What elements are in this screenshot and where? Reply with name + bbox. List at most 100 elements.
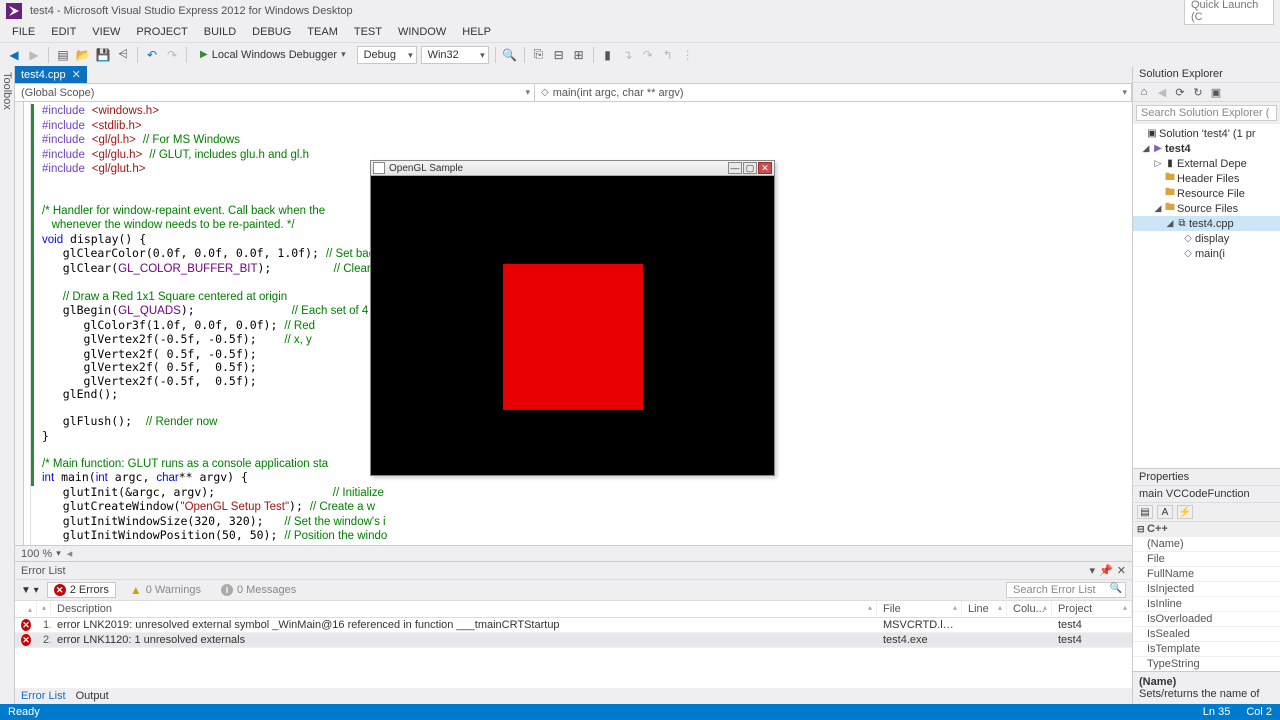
toolbar: ◀ ▶ ▤ 📂 💾 ⩤ ↶ ↷ ▶ Local Windows Debugger…	[0, 42, 1280, 66]
scope-left-combo[interactable]: (Global Scope)	[15, 84, 535, 101]
error-row[interactable]: ✕ 1 error LNK2019: unresolved external s…	[15, 618, 1132, 633]
save-icon[interactable]: 💾	[95, 47, 111, 63]
menu-view[interactable]: VIEW	[84, 24, 128, 40]
minimize-icon[interactable]: —	[728, 162, 742, 174]
tab-close-icon[interactable]: ✕	[72, 68, 81, 81]
maximize-icon[interactable]: ▢	[743, 162, 757, 174]
step-into-icon[interactable]: ↴	[620, 47, 636, 63]
close-panel-icon[interactable]: ✕	[1117, 564, 1126, 577]
folder-icon: 🖿	[1163, 200, 1177, 217]
home-icon[interactable]: ⌂	[1137, 85, 1151, 99]
zoom-bar: 100 % ▾ ◂	[15, 545, 1132, 561]
tab-output[interactable]: Output	[76, 690, 109, 702]
collapse-icon[interactable]: ▣	[1209, 85, 1223, 99]
properties-title: Properties	[1139, 471, 1189, 483]
open-icon[interactable]: 📂	[75, 47, 91, 63]
props-pages-icon[interactable]: ⚡	[1177, 505, 1193, 519]
messages-filter-button[interactable]: i 0 Messages	[215, 583, 302, 597]
menu-bar: FILE EDIT VIEW PROJECT BUILD DEBUG TEAM …	[0, 22, 1280, 42]
error-row[interactable]: ✕ 2 error LNK1120: 1 unresolved external…	[15, 633, 1132, 648]
debugger-label: Local Windows Debugger	[212, 49, 337, 61]
tab-label: test4.cpp	[21, 69, 66, 81]
step-icon[interactable]: ⎘	[531, 47, 547, 63]
save-all-icon[interactable]: ⩤	[115, 47, 131, 63]
menu-test[interactable]: TEST	[346, 24, 390, 40]
scope-right-combo[interactable]: ◇main(int argc, char ** argv)	[535, 84, 1132, 101]
function-icon: ◇	[1181, 233, 1195, 244]
filter-dropdown-icon[interactable]: ▼ ▾	[21, 585, 39, 596]
comment-icon[interactable]: ⊟	[551, 47, 567, 63]
nav-back-icon[interactable]: ◀	[6, 47, 22, 63]
project-icon: ▶	[1151, 143, 1165, 154]
solution-icon: ▣	[1145, 128, 1159, 139]
status-bar: Ready Ln 35 Col 2	[0, 704, 1280, 720]
alphabetical-icon[interactable]: A	[1157, 505, 1173, 519]
vs-logo-icon	[6, 3, 22, 19]
status-col: Col 2	[1246, 706, 1272, 718]
function-icon: ◇	[1181, 248, 1195, 259]
menu-debug[interactable]: DEBUG	[244, 24, 299, 40]
folder-icon: ▮	[1163, 158, 1177, 169]
sync-icon[interactable]: ⟳	[1173, 85, 1187, 99]
window-dropdown-icon[interactable]: ▾	[1090, 564, 1096, 577]
refresh-icon[interactable]: ↻	[1191, 85, 1205, 99]
uncomment-icon[interactable]: ⊞	[571, 47, 587, 63]
properties-subject: main VCCodeFunction	[1133, 486, 1280, 502]
menu-project[interactable]: PROJECT	[128, 24, 195, 40]
error-list-title: Error List	[21, 565, 66, 577]
warning-icon: ▲	[130, 583, 142, 597]
gl-canvas	[371, 176, 774, 475]
quick-launch-input[interactable]: Quick Launch (C	[1184, 0, 1274, 25]
solution-tree[interactable]: ▣Solution 'test4' (1 pr ◢▶test4 ▷▮Extern…	[1133, 124, 1280, 468]
breakpoint-icon[interactable]: ▮	[600, 47, 616, 63]
find-icon[interactable]: 🔍	[502, 47, 518, 63]
config-combo[interactable]: Debug	[357, 46, 417, 64]
error-icon: ✕	[54, 584, 66, 596]
info-icon: i	[221, 584, 233, 596]
tab-error-list[interactable]: Error List	[21, 690, 66, 702]
step-out-icon[interactable]: ↰	[660, 47, 676, 63]
step-over-icon[interactable]: ↷	[640, 47, 656, 63]
properties-description: (Name) Sets/returns the name of	[1133, 671, 1280, 704]
categorized-icon[interactable]: ▤	[1137, 505, 1153, 519]
pin-icon[interactable]: 📌	[1099, 564, 1113, 577]
status-line: Ln 35	[1203, 706, 1231, 718]
menu-build[interactable]: BUILD	[196, 24, 244, 40]
start-debug-button[interactable]: ▶ Local Windows Debugger ▾	[193, 48, 353, 62]
menu-edit[interactable]: EDIT	[43, 24, 84, 40]
back-icon[interactable]: ◀	[1155, 85, 1169, 99]
close-icon[interactable]: ✕	[758, 162, 772, 174]
new-project-icon[interactable]: ▤	[55, 47, 71, 63]
error-list-panel: Error List ▾ 📌 ✕ ▼ ▾ ✕ 2 Errors ▲ 0 Warn…	[15, 561, 1132, 704]
solution-search-input[interactable]: Search Solution Explorer (	[1136, 105, 1277, 121]
toolbox-tab[interactable]: Toolbox	[0, 66, 15, 704]
document-tab[interactable]: test4.cpp ✕	[15, 66, 87, 83]
red-square	[503, 264, 643, 410]
menu-help[interactable]: HELP	[454, 24, 499, 40]
error-icon: ✕	[21, 634, 31, 646]
menu-file[interactable]: FILE	[4, 24, 43, 40]
platform-combo[interactable]: Win32	[421, 46, 489, 64]
error-icon: ✕	[21, 619, 31, 631]
properties-panel: Properties main VCCodeFunction ▤ A ⚡ ⊟ C…	[1133, 468, 1280, 704]
solution-explorer-title: Solution Explorer	[1133, 66, 1280, 83]
warnings-filter-button[interactable]: ▲ 0 Warnings	[124, 582, 207, 598]
status-text: Ready	[8, 706, 40, 718]
zoom-combo[interactable]: 100 %	[21, 548, 52, 560]
undo-icon[interactable]: ↶	[144, 47, 160, 63]
error-search-input[interactable]: Search Error List	[1006, 582, 1126, 598]
title-bar: test4 - Microsoft Visual Studio Express …	[0, 0, 1280, 22]
opengl-output-window[interactable]: OpenGL Sample — ▢ ✕	[370, 160, 775, 476]
menu-team[interactable]: TEAM	[299, 24, 346, 40]
app-icon	[373, 162, 385, 174]
menu-window[interactable]: WINDOW	[390, 24, 454, 40]
solution-explorer-toolbar: ⌂ ◀ ⟳ ↻ ▣	[1133, 83, 1280, 102]
more-icon[interactable]: ⋮	[680, 47, 696, 63]
errors-filter-button[interactable]: ✕ 2 Errors	[47, 582, 116, 598]
nav-fwd-icon[interactable]: ▶	[26, 47, 42, 63]
error-table-header[interactable]: Description File Line Colu... Project	[15, 601, 1132, 618]
gl-window-title: OpenGL Sample	[389, 163, 463, 174]
redo-icon[interactable]: ↷	[164, 47, 180, 63]
properties-grid[interactable]: ⊟ C++ (Name) File FullName IsInjected Is…	[1133, 522, 1280, 671]
window-title: test4 - Microsoft Visual Studio Express …	[30, 5, 353, 17]
